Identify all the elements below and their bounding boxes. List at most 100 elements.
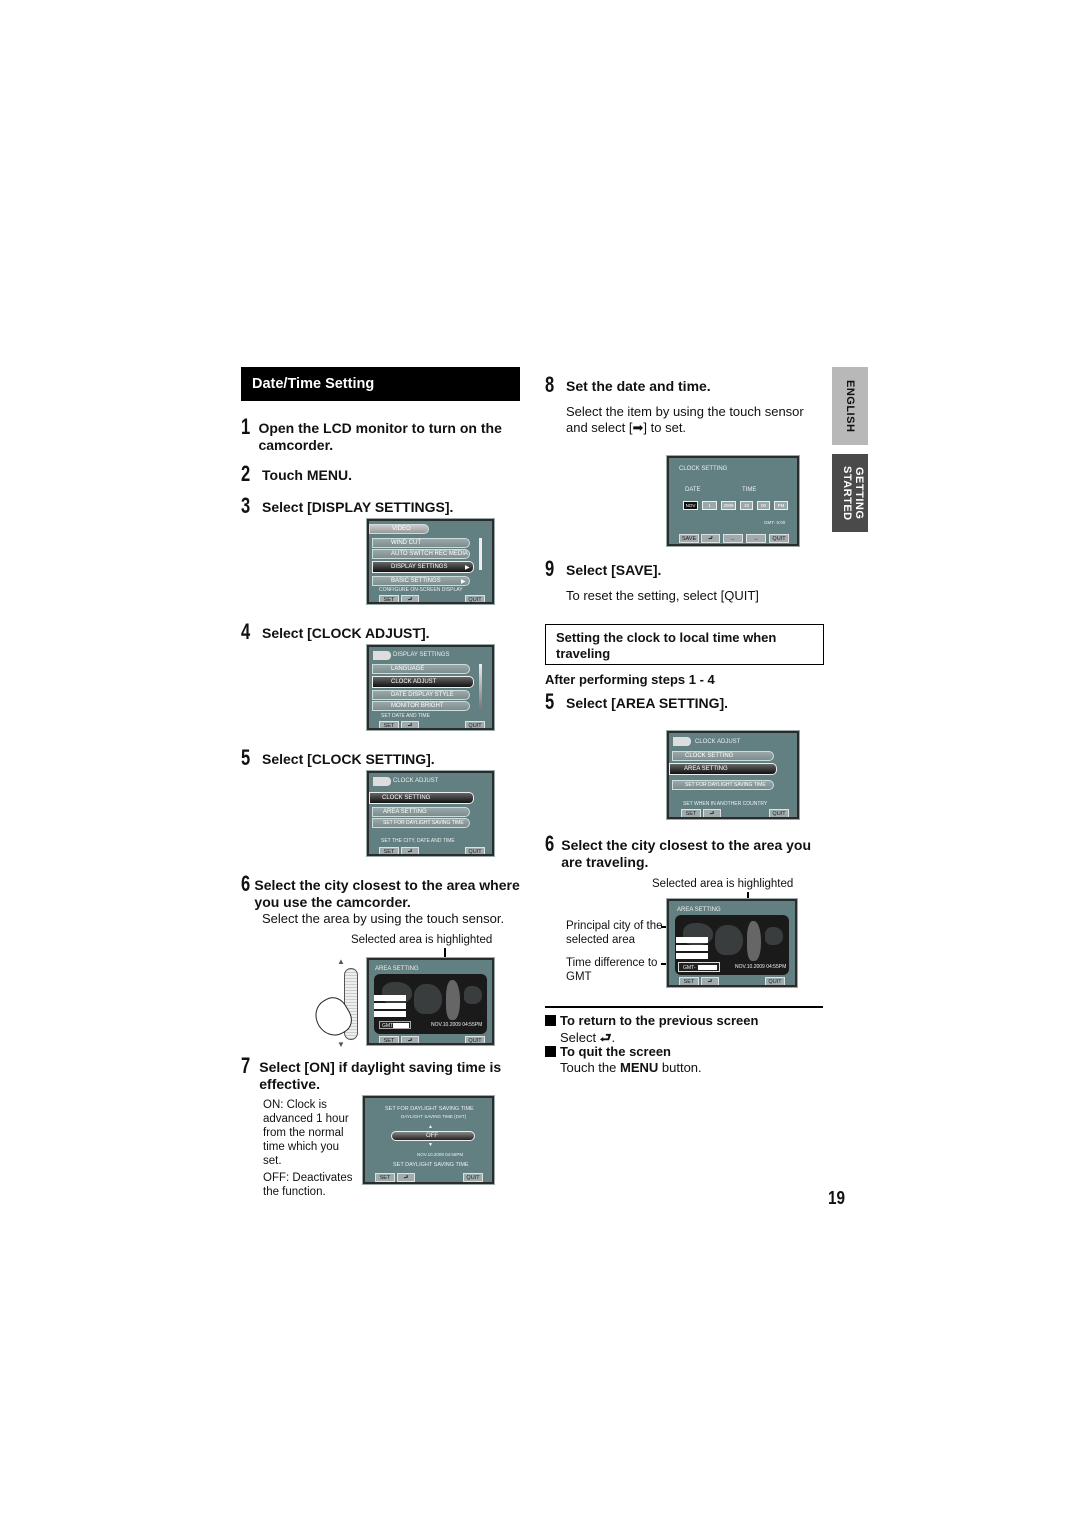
step-number: 6	[545, 831, 555, 856]
set-button[interactable]: SET	[379, 595, 399, 602]
lcd-screen-clock-setting: CLOCK SETTING DATE TIME NOV 1 2009 10 00…	[666, 455, 800, 547]
quit-button[interactable]: QUIT	[765, 977, 785, 985]
step-text: Select [SAVE].	[566, 562, 662, 578]
dst-off-note: OFF: Deactivates the function.	[263, 1172, 353, 1198]
menu-item-dst[interactable]: SET FOR DAYLIGHT SAVING TIME	[672, 780, 774, 790]
back-button[interactable]: ⮐	[703, 809, 721, 817]
screen-hint: SET DAYLIGHT SAVING TIME	[393, 1162, 469, 1168]
step-9: 9 Select [SAVE].	[545, 558, 825, 580]
set-button[interactable]: SET	[379, 721, 399, 728]
return-title: To return to the previous screen	[545, 1013, 758, 1028]
down-arrow-icon[interactable]: ▼	[428, 1142, 433, 1148]
step-5-travel: 5 Select [AREA SETTING].	[545, 691, 825, 713]
step-number: 8	[545, 372, 555, 397]
screen-header: AREA SETTING	[375, 966, 419, 972]
field-ampm[interactable]: PM	[774, 501, 788, 510]
step-number: 4	[241, 619, 251, 644]
right-arrow-button[interactable]: →	[746, 534, 766, 543]
quit-button[interactable]: QUIT	[769, 534, 789, 543]
back-button[interactable]: ⮐	[401, 721, 419, 728]
menu-item-display-settings[interactable]: DISPLAY SETTINGS ▶	[372, 561, 474, 573]
city-field	[676, 953, 708, 959]
field-year[interactable]: 2009	[721, 501, 736, 510]
set-button[interactable]: SET	[379, 847, 399, 854]
gmt-box[interactable]: GMT-	[678, 962, 720, 972]
down-arrow-icon: ▼	[337, 1040, 345, 1049]
menu-item-clock-setting[interactable]: CLOCK SETTING	[672, 751, 774, 761]
lcd-screen-area-setting: AREA SETTING GMT- NOV.10.2009 04:55PM SE…	[366, 957, 495, 1046]
selected-area-caption: Selected area is highlighted	[652, 878, 794, 890]
back-button[interactable]: ⮐	[401, 847, 419, 854]
side-tab-english[interactable]: ENGLISH	[832, 367, 868, 445]
step-7: 7 Select [ON] if daylight saving time is…	[241, 1055, 526, 1093]
menu-item-area-setting[interactable]: AREA SETTING	[669, 763, 777, 775]
step-text: Select [ON] if daylight saving time is e…	[259, 1059, 502, 1092]
left-arrow-button[interactable]: ←	[723, 534, 743, 543]
after-steps-note: After performing steps 1 - 4	[545, 672, 715, 687]
set-button[interactable]: SET	[679, 977, 699, 985]
step-6-travel: 6 Select the city closest to the area yo…	[545, 833, 825, 871]
menu-item-clock-adjust[interactable]: CLOCK ADJUST	[372, 676, 474, 688]
step-number: 9	[545, 556, 555, 581]
screen-hint: SET DATE AND TIME	[381, 713, 430, 719]
quit-button[interactable]: QUIT	[465, 595, 485, 602]
set-button[interactable]: SET	[379, 1036, 399, 1043]
menu-item-monitor-bright[interactable]: MONITOR BRIGHT	[372, 701, 470, 711]
set-button[interactable]: SET	[375, 1173, 395, 1182]
menu-item-clock-setting[interactable]: CLOCK SETTING	[369, 792, 474, 804]
step-8-body: Select the item by using the touch senso…	[566, 404, 804, 435]
menu-header-tab: VIDEO	[369, 524, 429, 534]
side-tab-getting-started[interactable]: GETTING STARTED	[832, 454, 868, 532]
dst-on-note: ON: Clock is advanced 1 hour from the no…	[263, 1099, 349, 1167]
menu-item-wind-cut[interactable]: WIND CUT	[372, 538, 470, 548]
lcd-screen-clock-adjust-area: CLOCK ADJUST CLOCK SETTING AREA SETTING …	[666, 730, 800, 820]
city-field	[374, 1003, 406, 1009]
set-button[interactable]: SET	[681, 809, 701, 817]
menu-item-dst[interactable]: SET FOR DAYLIGHT SAVING TIME	[372, 818, 470, 828]
step-number: 5	[545, 689, 555, 714]
step-text: Touch MENU.	[262, 467, 352, 483]
step-8: 8 Set the date and time.	[545, 374, 825, 396]
step-number: 1	[241, 414, 251, 439]
menu-item-language[interactable]: LANGUAGE	[372, 664, 470, 674]
menu-item-date-display-style[interactable]: DATE DISPLAY STYLE	[372, 690, 470, 700]
step-text: Select [DISPLAY SETTINGS].	[262, 499, 454, 515]
up-arrow-icon[interactable]: ▲	[428, 1124, 433, 1130]
menu-item-auto-switch[interactable]: AUTO SWITCH REC MEDIA	[372, 549, 470, 559]
screen-hint: SET THE CITY, DATE AND TIME	[381, 838, 455, 844]
back-button[interactable]: ⮐	[401, 1036, 419, 1043]
quit-button[interactable]: QUIT	[465, 847, 485, 854]
quit-button[interactable]: QUIT	[465, 721, 485, 728]
quit-button[interactable]: QUIT	[463, 1173, 483, 1182]
date-label: DATE	[685, 487, 701, 493]
step-text: Set the date and time.	[566, 378, 711, 394]
back-icon: ⮐	[599, 1030, 612, 1045]
field-minute[interactable]: 00	[757, 501, 770, 510]
field-month[interactable]: NOV	[683, 501, 698, 510]
lcd-screen-display-settings: DISPLAY SETTINGS LANGUAGE CLOCK ADJUST D…	[366, 644, 495, 731]
menu-item-area-setting[interactable]: AREA SETTING	[372, 807, 470, 817]
back-button[interactable]: ⮐	[701, 977, 719, 985]
settings-icon	[373, 651, 391, 660]
quit-button[interactable]: QUIT	[465, 1036, 485, 1043]
step-text: Select [CLOCK ADJUST].	[262, 625, 430, 641]
travel-section-box: Setting the clock to local time when tra…	[545, 624, 824, 665]
screen-title: SET FOR DAYLIGHT SAVING TIME	[385, 1106, 474, 1112]
step-9-body: To reset the setting, select [QUIT]	[566, 588, 759, 603]
menu-item-basic-settings[interactable]: BASIC SETTINGS ▶	[372, 576, 470, 586]
gmt-box[interactable]: GMT-	[379, 1021, 411, 1029]
step-number: 2	[241, 461, 251, 486]
scrollbar[interactable]	[479, 664, 482, 709]
up-arrow-icon: ▲	[337, 957, 345, 966]
field-day[interactable]: 1	[702, 501, 717, 510]
time-label: TIME	[742, 487, 757, 493]
back-button[interactable]: ⮐	[701, 534, 720, 543]
scrollbar[interactable]	[479, 538, 482, 570]
field-hour[interactable]: 10	[740, 501, 753, 510]
step-4: 4 Select [CLOCK ADJUST].	[241, 621, 526, 643]
save-button[interactable]: SAVE	[679, 534, 699, 543]
dst-value-selector[interactable]: OFF	[391, 1131, 475, 1141]
quit-button[interactable]: QUIT	[769, 809, 789, 817]
back-button[interactable]: ⮐	[401, 595, 419, 602]
back-button[interactable]: ⮐	[397, 1173, 415, 1182]
